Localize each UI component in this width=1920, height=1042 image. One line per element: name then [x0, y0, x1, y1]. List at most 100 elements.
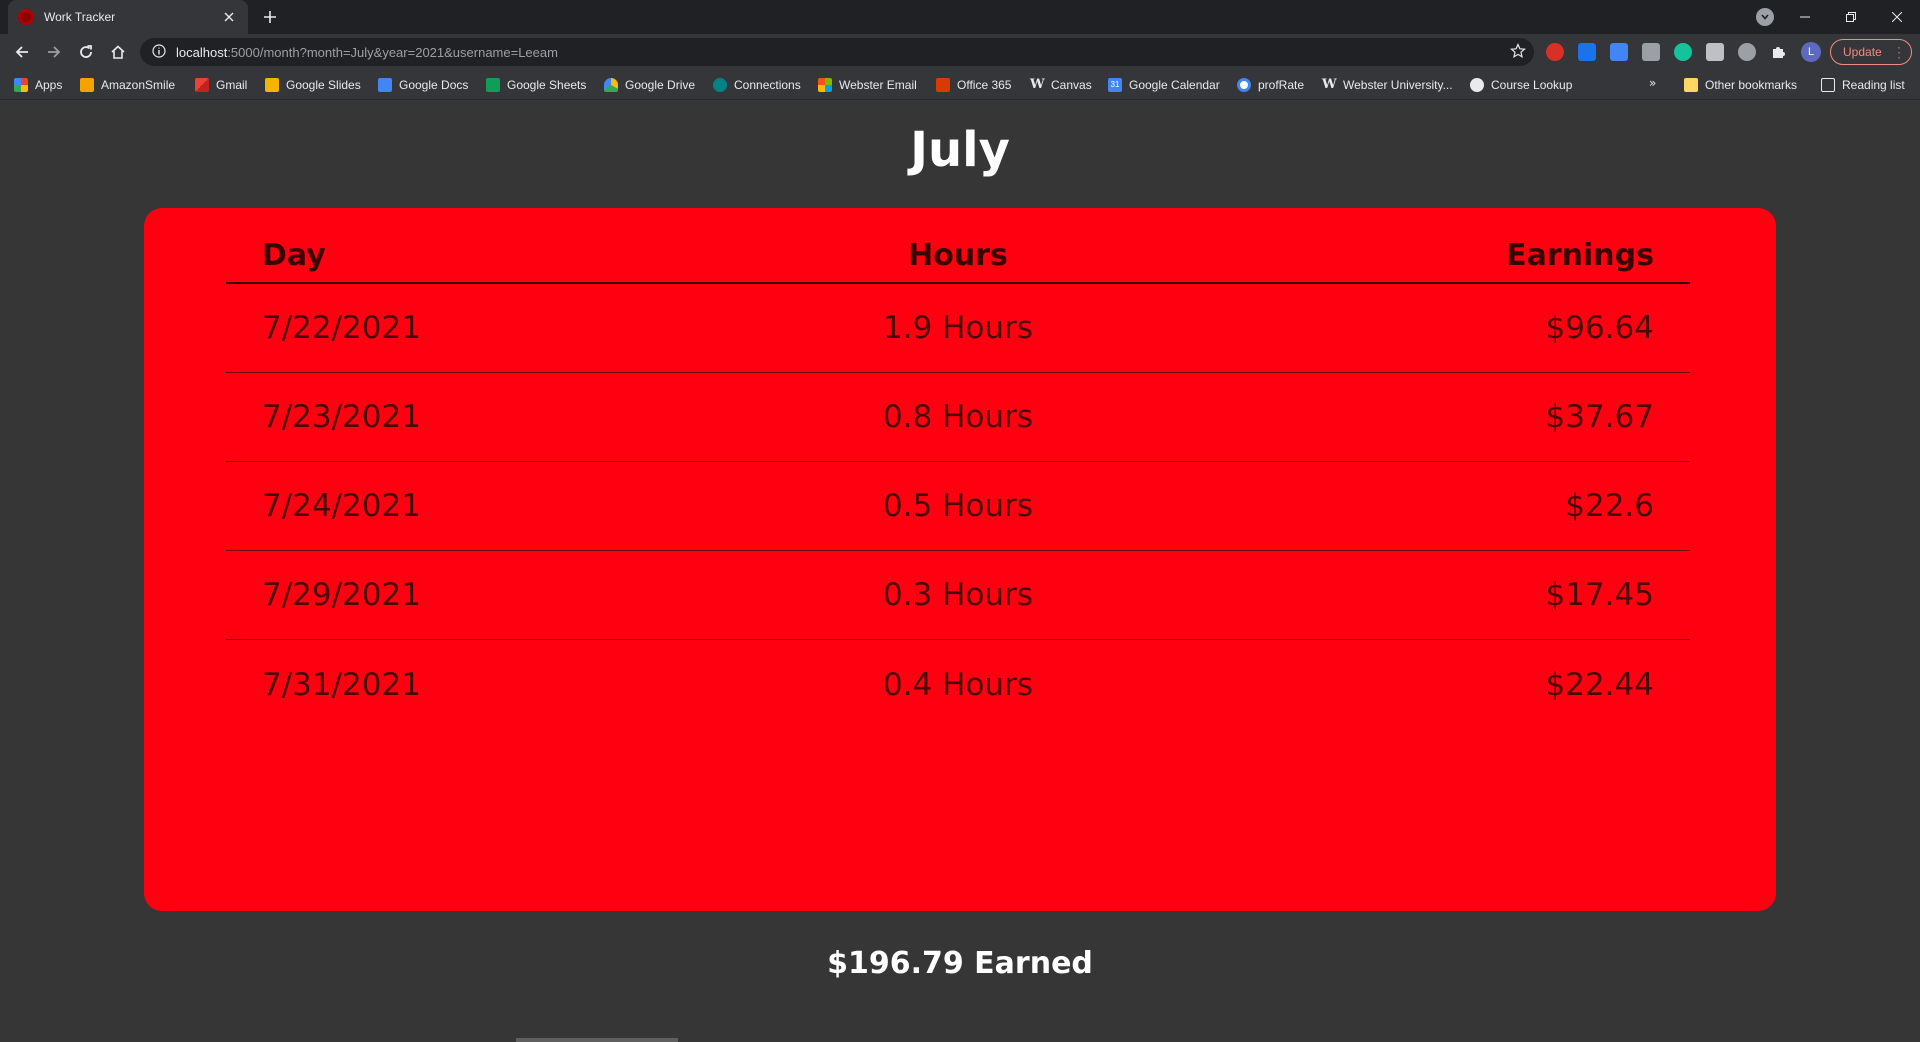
cell-earnings: $96.64	[1545, 310, 1654, 346]
extensions-puzzle-icon[interactable]	[1770, 43, 1788, 61]
slides-icon	[265, 78, 279, 92]
bookmark-label: Google Docs	[399, 78, 469, 92]
tab-title: Work Tracker	[44, 10, 116, 24]
close-window-icon[interactable]	[1874, 0, 1920, 34]
address-bar[interactable]: localhost:5000/month?month=July&year=202…	[140, 38, 1534, 66]
apps-grid-icon	[14, 78, 28, 92]
browser-toolbar: localhost:5000/month?month=July&year=202…	[0, 34, 1920, 70]
bookmark-canvas[interactable]: W Canvas	[1030, 76, 1092, 94]
cell-day: 7/31/2021	[262, 666, 421, 703]
compass-icon	[1470, 78, 1484, 92]
bookmark-google-docs[interactable]: Google Docs	[378, 76, 468, 94]
table-row: 7/29/2021 0.3 Hours $17.45	[226, 551, 1690, 640]
cell-day: 7/24/2021	[262, 488, 421, 524]
header-day: Day	[262, 237, 326, 273]
extension-blue-icon[interactable]	[1578, 43, 1596, 61]
tab-work-tracker[interactable]: Work Tracker	[8, 0, 248, 34]
bookmark-label: Course Lookup	[1491, 78, 1573, 92]
bookmark-label: Google Calendar	[1129, 78, 1220, 92]
tab-favicon-icon	[18, 9, 34, 25]
extension-grey-icon[interactable]	[1642, 43, 1660, 61]
bookmark-label: Canvas	[1051, 78, 1092, 92]
cell-hours: 0.8 Hours	[883, 399, 1033, 435]
table-row: 7/31/2021 0.4 Hours $22.44	[226, 640, 1690, 729]
update-label: Update	[1843, 45, 1882, 59]
bookmark-label: Office 365	[957, 78, 1012, 92]
extension-printer-icon[interactable]	[1706, 43, 1724, 61]
extension-adblock-icon[interactable]	[1546, 43, 1564, 61]
bookmark-star-icon[interactable]	[1510, 43, 1526, 63]
horizontal-scrollbar[interactable]	[516, 1038, 678, 1042]
bookmark-google-sheets[interactable]: Google Sheets	[486, 76, 586, 94]
grammarly-icon[interactable]	[1674, 43, 1692, 61]
microsoft-icon	[818, 78, 832, 92]
tab-search-icon[interactable]	[1756, 8, 1774, 26]
bookmark-label: Connections	[734, 78, 801, 92]
bookmark-connections[interactable]: Connections	[713, 76, 801, 94]
bookmark-webster-email[interactable]: Webster Email	[818, 76, 917, 94]
docs-icon	[378, 78, 392, 92]
table-header: Day Hours Earnings	[226, 228, 1690, 284]
bookmark-label: Apps	[35, 78, 63, 92]
tab-strip: Work Tracker	[0, 0, 1920, 34]
info-icon[interactable]	[152, 43, 166, 62]
bookmark-gmail[interactable]: Gmail	[195, 76, 247, 94]
close-icon[interactable]	[220, 8, 238, 26]
wikipedia-icon: W	[1030, 77, 1045, 92]
menu-dots-icon: · · ·	[1897, 40, 1901, 64]
bookmark-label: AmazonSmile	[101, 78, 176, 92]
bookmark-label: Webster Email	[839, 78, 917, 92]
forward-arrow-icon[interactable]	[40, 38, 68, 66]
bookmark-apps[interactable]: Apps	[14, 76, 62, 94]
restore-icon[interactable]	[1828, 0, 1874, 34]
update-button[interactable]: Update · · ·	[1830, 39, 1912, 65]
cell-hours: 1.9 Hours	[883, 310, 1033, 346]
bookmark-amazonsmile[interactable]: AmazonSmile	[80, 76, 175, 94]
total-earned: $196.79 Earned	[827, 946, 1093, 981]
hours-table: Day Hours Earnings 7/22/2021 1.9 Hours $…	[226, 228, 1690, 729]
bookmark-webster-university[interactable]: W Webster University...	[1322, 76, 1453, 94]
bookmark-label: Google Sheets	[507, 78, 587, 92]
url-host: localhost	[176, 44, 228, 60]
extension-cookie-icon[interactable]	[1738, 43, 1756, 61]
table-row: 7/24/2021 0.5 Hours $22.6	[226, 462, 1690, 551]
back-arrow-icon[interactable]	[8, 38, 36, 66]
header-hours: Hours	[908, 237, 1008, 273]
extension-window-icon[interactable]	[1610, 43, 1628, 61]
bookmark-google-calendar[interactable]: 31 Google Calendar	[1108, 76, 1220, 94]
bookmark-google-slides[interactable]: Google Slides	[265, 76, 361, 94]
calendar-icon: 31	[1108, 78, 1122, 92]
minimize-icon[interactable]	[1782, 0, 1828, 34]
bookmark-google-drive[interactable]: Google Drive	[604, 76, 695, 94]
bookmarks-bar: Apps AmazonSmile Gmail Google Slides Goo…	[0, 70, 1920, 100]
more-bookmarks-chevron-icon[interactable]: »	[1649, 76, 1656, 90]
amazon-icon	[80, 78, 94, 92]
reading-list-label: Reading list	[1842, 78, 1905, 92]
cell-earnings: $22.44	[1545, 666, 1654, 703]
bookmark-office-365[interactable]: Office 365	[936, 76, 1011, 94]
page-title: July	[910, 122, 1010, 178]
url-path: :5000/month?month=July&year=2021&usernam…	[227, 44, 558, 60]
cell-earnings: $37.67	[1545, 399, 1654, 435]
home-icon[interactable]	[104, 38, 132, 66]
table-row: 7/22/2021 1.9 Hours $96.64	[226, 284, 1690, 373]
bookmark-course-lookup[interactable]: Course Lookup	[1470, 76, 1572, 94]
office-icon	[936, 78, 950, 92]
reading-list[interactable]: Reading list	[1821, 76, 1905, 94]
bookmark-label: Gmail	[216, 78, 248, 92]
bookmark-label: Other bookmarks	[1705, 78, 1798, 92]
reload-icon[interactable]	[72, 38, 100, 66]
bookmark-other-bookmarks[interactable]: Other bookmarks	[1684, 76, 1797, 94]
drive-icon	[604, 78, 618, 92]
profile-avatar[interactable]: L	[1801, 42, 1821, 62]
new-tab-button[interactable]	[258, 5, 282, 29]
window-controls	[1782, 0, 1920, 34]
bookmark-label: Google Drive	[625, 78, 696, 92]
sheets-icon	[486, 78, 500, 92]
cell-earnings: $17.45	[1545, 577, 1654, 613]
bookmark-profrate[interactable]: profRate	[1237, 76, 1304, 94]
cell-day: 7/29/2021	[262, 577, 421, 613]
cell-hours: 0.5 Hours	[883, 488, 1033, 524]
folder-icon	[1684, 78, 1698, 92]
sharepoint-icon	[713, 78, 727, 92]
